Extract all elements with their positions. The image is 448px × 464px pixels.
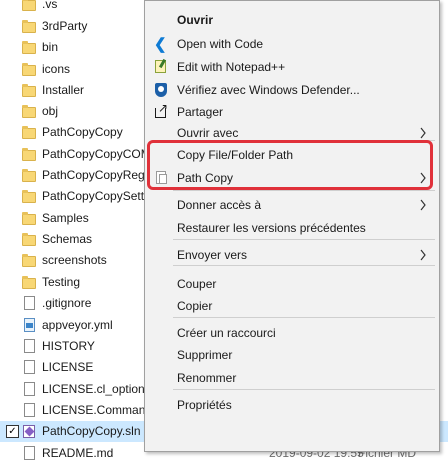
doc-icon (22, 339, 36, 354)
doc-icon (22, 382, 36, 397)
doc-icon (22, 296, 36, 311)
highlight-box (147, 140, 433, 190)
menu-item-donner-acces-a[interactable]: Donner accès à (145, 194, 439, 216)
file-name: Installer (42, 83, 85, 97)
md-icon (22, 446, 36, 461)
doc-icon (22, 403, 36, 418)
file-name: PathCopyCopyReg (42, 168, 145, 182)
folder-icon (22, 0, 36, 12)
folder-icon (22, 62, 36, 77)
menu-separator (173, 239, 435, 240)
menu-separator (173, 265, 435, 266)
menu-item-label: Envoyer vers (177, 248, 248, 262)
file-name: PathCopyCopySett (42, 189, 145, 203)
file-name: icons (42, 62, 71, 76)
notepad-icon (153, 59, 169, 75)
chevron-right-icon (420, 249, 426, 261)
sln-icon (22, 424, 36, 439)
file-name: .vs (42, 0, 58, 11)
menu-item-ouvrir[interactable]: Ouvrir (145, 9, 439, 31)
menu-item-label: Edit with Notepad++ (177, 60, 286, 74)
menu-item-label: Open with Code (177, 37, 264, 51)
menu-item-supprimer[interactable]: Supprimer (145, 344, 439, 366)
folder-icon (22, 211, 36, 226)
menu-item-label: Donner accès à (177, 198, 262, 212)
menu-item-edit-with-notepad[interactable]: Edit with Notepad++ (145, 56, 439, 78)
menu-item-label: Renommer (177, 371, 237, 385)
defender-icon (153, 82, 169, 98)
file-name: bin (42, 40, 59, 54)
folder-icon (22, 189, 36, 204)
menu-item-label: Copier (177, 299, 213, 313)
menu-item-restaurer-les-versions-precedentes[interactable]: Restaurer les versions précédentes (145, 217, 439, 239)
file-name: LICENSE (42, 360, 94, 374)
menu-item-partager[interactable]: Partager (145, 101, 439, 123)
menu-item-envoyer-vers[interactable]: Envoyer vers (145, 244, 439, 266)
file-name: appveyor.yml (42, 318, 113, 332)
menu-item-label: Ouvrir (177, 13, 214, 27)
menu-item-label: Partager (177, 105, 224, 119)
folder-icon (22, 40, 36, 55)
menu-separator (173, 190, 435, 191)
share-icon (153, 101, 169, 120)
file-name: .gitignore (42, 296, 92, 310)
file-name: Schemas (42, 232, 93, 246)
menu-item-label: Vérifiez avec Windows Defender... (177, 83, 360, 97)
file-name: Testing (42, 275, 81, 289)
menu-item-label: Créer un raccourci (177, 326, 276, 340)
folder-icon (22, 253, 36, 268)
folder-icon (22, 83, 36, 98)
menu-item-label: Propriétés (177, 398, 232, 412)
menu-item-open-with-code[interactable]: Open with Code (145, 33, 439, 55)
menu-item-label: Couper (177, 277, 217, 291)
chevron-right-icon (420, 127, 426, 139)
menu-separator (173, 317, 435, 318)
folder-icon (22, 147, 36, 162)
file-name: PathCopyCopyCOM (42, 147, 151, 161)
folder-icon (22, 168, 36, 183)
file-name: README.md (42, 446, 114, 460)
menu-item-creer-un-raccourci[interactable]: Créer un raccourci (145, 322, 439, 344)
file-name: LICENSE.Commanc (42, 403, 152, 417)
file-name: screenshots (42, 253, 107, 267)
menu-item-verifiez-avec-windows-defender[interactable]: Vérifiez avec Windows Defender... (145, 79, 439, 101)
menu-item-label: Restaurer les versions précédentes (177, 221, 366, 235)
menu-item-label: Ouvrir avec (177, 126, 239, 140)
file-name: obj (42, 104, 59, 118)
menu-item-renommer[interactable]: Renommer (145, 367, 439, 389)
menu-item-proprietes[interactable]: Propriétés (145, 394, 439, 416)
file-name: HISTORY (42, 339, 95, 353)
folder-icon (22, 232, 36, 247)
menu-item-label: Supprimer (177, 348, 233, 362)
menu-item-copier[interactable]: Copier (145, 295, 439, 317)
folder-icon (22, 125, 36, 140)
context-menu: Ouvrir Open with Code Edit with Notepad++ V… (144, 0, 440, 452)
file-name: Samples (42, 211, 89, 225)
chevron-right-icon (420, 199, 426, 211)
vscode-icon (153, 35, 169, 53)
folder-icon (22, 104, 36, 119)
menu-item-couper[interactable]: Couper (145, 273, 439, 295)
folder-icon (22, 19, 36, 34)
file-name: LICENSE.cl_optiona (42, 382, 152, 396)
file-name: PathCopyCopy.sln (42, 424, 141, 438)
yml-icon (22, 318, 36, 333)
file-name: 3rdParty (42, 19, 88, 33)
file-name: PathCopyCopy (42, 125, 123, 139)
selection-checkbox[interactable]: ✓ (6, 425, 19, 438)
menu-separator (173, 389, 435, 390)
doc-icon (22, 360, 36, 375)
folder-icon (22, 275, 36, 290)
